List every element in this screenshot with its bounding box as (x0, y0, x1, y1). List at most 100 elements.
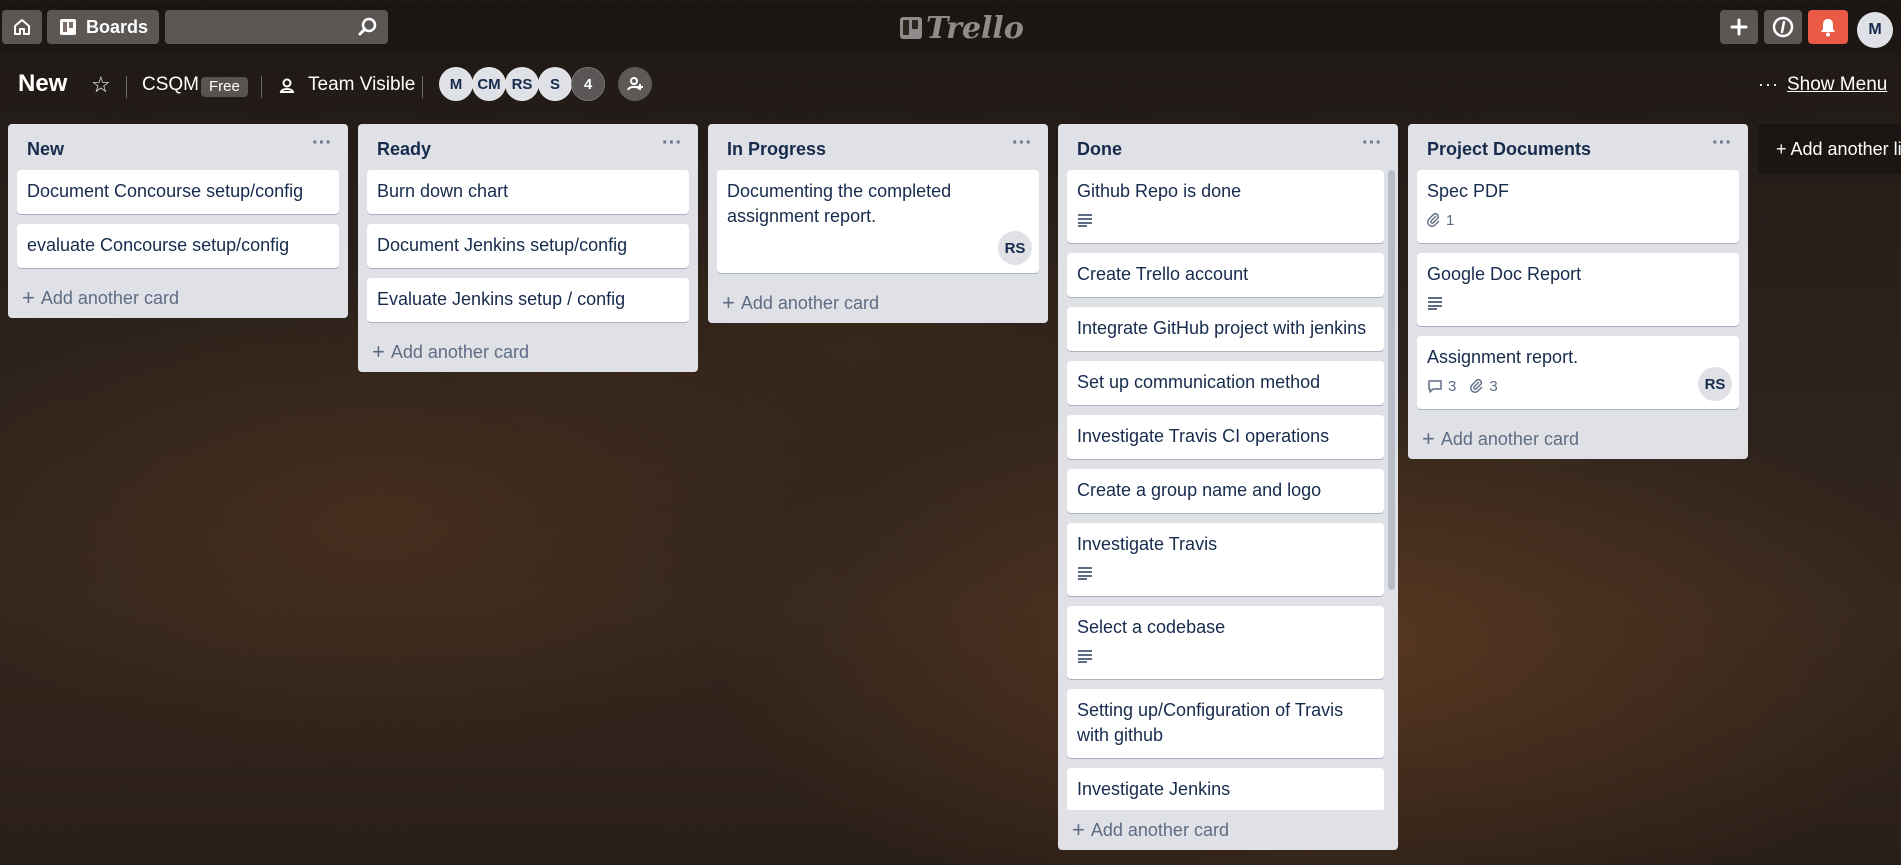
card[interactable]: Investigate Travis CI operations (1067, 415, 1384, 459)
card-member-avatar[interactable]: RS (1698, 367, 1732, 401)
card[interactable]: Google Doc Report (1417, 253, 1739, 326)
divider (422, 76, 423, 98)
member-avatar[interactable]: RS (505, 67, 539, 101)
list-menu-icon[interactable]: ··· (1360, 133, 1384, 158)
boards-icon (59, 19, 76, 35)
plus-icon: + (1072, 817, 1085, 842)
attachments-count: 1 (1446, 211, 1455, 229)
paperclip-icon (1470, 379, 1483, 393)
card-title: Integrate GitHub project with jenkins (1077, 318, 1367, 338)
card[interactable]: Documenting the completed assignment rep… (717, 170, 1039, 273)
boards-button[interactable]: Boards (47, 10, 159, 44)
description-icon (1078, 650, 1092, 663)
list-new: New ··· Document Concourse setup/config … (8, 124, 348, 318)
add-card-button[interactable]: + Add another card (8, 278, 348, 318)
add-card-button[interactable]: + Add another card (358, 332, 698, 372)
card[interactable]: Create a group name and logo (1067, 469, 1384, 513)
list-menu-icon[interactable]: ··· (1710, 133, 1734, 158)
description-icon (1078, 567, 1092, 580)
add-list-button[interactable]: + Add another list (1758, 124, 1901, 174)
create-button[interactable] (1720, 10, 1758, 44)
list-done: Done ··· Github Repo is done Create Trel… (1058, 124, 1398, 850)
trello-logo-text: Trello (926, 10, 1024, 46)
list-scroll-area[interactable]: Github Repo is done Create Trello accoun… (1058, 170, 1398, 810)
comment-icon (1428, 380, 1442, 393)
card[interactable]: evaluate Concourse setup/config (17, 224, 339, 268)
attachments-badge: 1 (1427, 208, 1454, 233)
plus-icon (1730, 18, 1748, 36)
list-project-documents: Project Documents ··· Spec PDF 1 Google … (1408, 124, 1748, 459)
card[interactable]: Create Trello account (1067, 253, 1384, 297)
more-members-count[interactable]: 4 (571, 67, 605, 101)
star-icon[interactable]: ☆ (91, 72, 111, 98)
card-member-avatar[interactable]: RS (998, 231, 1032, 265)
card[interactable]: Set up communication method (1067, 361, 1384, 405)
team-name[interactable]: CSQM (142, 74, 199, 96)
list-menu-icon[interactable]: ··· (1010, 133, 1034, 158)
list-scrollbar[interactable] (1388, 170, 1395, 590)
search-input[interactable] (165, 10, 365, 44)
list-title[interactable]: In Progress (727, 139, 826, 160)
card-title: Investigate Travis (1077, 534, 1218, 554)
show-menu-link[interactable]: Show Menu (1787, 74, 1887, 96)
info-button[interactable] (1764, 10, 1802, 44)
notifications-button[interactable] (1808, 10, 1848, 44)
menu-dots-icon[interactable]: ··· (1758, 74, 1779, 95)
card[interactable]: Investigate Jenkins (1067, 768, 1384, 810)
card[interactable]: Document Jenkins setup/config (367, 224, 689, 268)
card[interactable]: Select a codebase (1067, 606, 1384, 679)
card[interactable]: Investigate Travis (1067, 523, 1384, 596)
divider (261, 76, 262, 98)
card-title: Investigate Travis CI operations (1077, 426, 1330, 446)
card[interactable]: Evaluate Jenkins setup / config (367, 278, 689, 322)
card-title: Spec PDF (1427, 181, 1510, 201)
team-visible-icon (279, 78, 295, 93)
add-member-icon (627, 77, 643, 91)
card[interactable]: Github Repo is done (1067, 170, 1384, 243)
list-title[interactable]: Done (1077, 139, 1122, 160)
board-title[interactable]: New (18, 70, 67, 98)
attachments-count: 3 (1489, 377, 1498, 395)
home-button[interactable] (2, 10, 42, 44)
list-title[interactable]: Ready (377, 139, 431, 160)
boards-label: Boards (85, 16, 148, 37)
add-card-label: Add another card (390, 341, 529, 362)
list-ready: Ready ··· Burn down chart Document Jenki… (358, 124, 698, 372)
member-avatar[interactable]: S (538, 67, 572, 101)
user-avatar[interactable]: M (1857, 12, 1893, 48)
add-card-button[interactable]: + Add another card (1058, 810, 1398, 850)
member-avatar[interactable]: CM (472, 67, 506, 101)
list-title[interactable]: New (27, 139, 64, 160)
attachments-badge: 3 (1470, 374, 1498, 399)
card[interactable]: Integrate GitHub project with jenkins (1067, 307, 1384, 351)
plus-icon: + (722, 290, 735, 315)
card[interactable]: Burn down chart (367, 170, 689, 214)
card-title: Create a group name and logo (1077, 480, 1322, 500)
card-title: evaluate Concourse setup/config (27, 235, 290, 255)
card-title: Documenting the completed assignment rep… (727, 181, 952, 226)
add-card-button[interactable]: + Add another card (708, 283, 1048, 323)
trello-logo[interactable]: Trello (900, 10, 1024, 46)
top-header: Boards Trello M (0, 4, 1901, 54)
home-icon (14, 19, 30, 35)
card-title: Evaluate Jenkins setup / config (377, 289, 626, 309)
search-box[interactable] (165, 10, 388, 44)
board-header: New ☆ CSQM Free Team Visible M CM RS S 4… (0, 62, 1901, 106)
add-card-button[interactable]: + Add another card (1408, 419, 1748, 459)
card[interactable]: Document Concourse setup/config (17, 170, 339, 214)
card-title: Setting up/Configuration of Travis with … (1077, 700, 1344, 745)
invite-button[interactable] (618, 67, 652, 101)
card[interactable]: Setting up/Configuration of Travis with … (1067, 689, 1384, 758)
member-avatar[interactable]: M (439, 67, 473, 101)
list-menu-icon[interactable]: ··· (660, 133, 684, 158)
card[interactable]: Assignment report. 3 3 RS (1417, 336, 1739, 409)
card[interactable]: Spec PDF 1 (1417, 170, 1739, 243)
description-icon (1428, 297, 1442, 310)
card-title: Investigate Jenkins (1077, 779, 1231, 799)
list-title[interactable]: Project Documents (1427, 139, 1591, 160)
description-icon (1078, 214, 1092, 227)
search-icon[interactable] (358, 17, 378, 37)
list-menu-icon[interactable]: ··· (310, 133, 334, 158)
info-icon (1772, 16, 1794, 38)
visibility-button[interactable]: Team Visible (308, 74, 415, 96)
